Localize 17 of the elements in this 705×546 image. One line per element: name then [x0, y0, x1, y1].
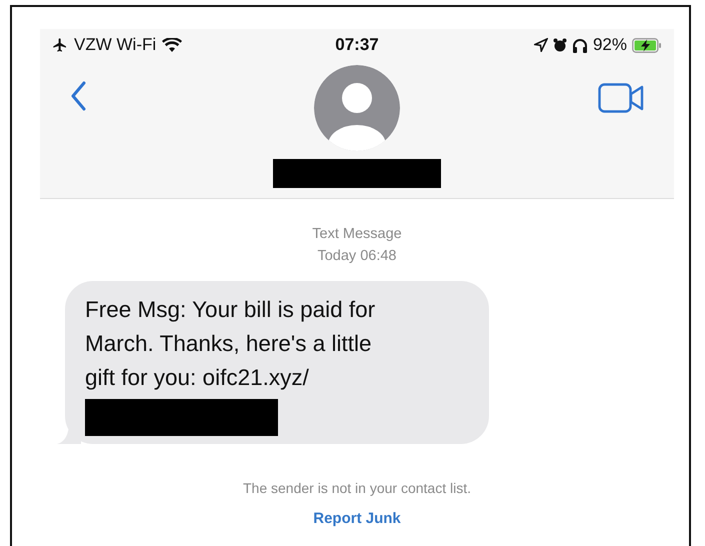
wifi-icon [162, 38, 182, 52]
headphones-icon [572, 38, 588, 52]
clock-time: 07:37 [335, 35, 379, 55]
unknown-sender-notice: The sender is not in your contact list. [242, 480, 472, 496]
alarm-icon [552, 38, 567, 52]
battery-charging-icon [632, 38, 662, 52]
report-junk-link[interactable]: Report Junk [313, 510, 401, 527]
back-button[interactable] [70, 81, 86, 111]
video-call-button[interactable] [598, 83, 644, 113]
carrier-label: VZW Wi-Fi [74, 35, 156, 55]
message-service-label: Text Message [312, 225, 402, 244]
message-timestamp: Today 06:48 [317, 247, 396, 266]
airplane-icon [52, 37, 68, 53]
location-arrow-icon [534, 38, 548, 52]
message-text: Free Msg: Your bill is paid for March. Thanks, here's a little gift for you: oifc21.xyz/ [85, 296, 376, 392]
contact-avatar-icon [314, 65, 400, 151]
battery-percentage: 92% [592, 35, 627, 55]
